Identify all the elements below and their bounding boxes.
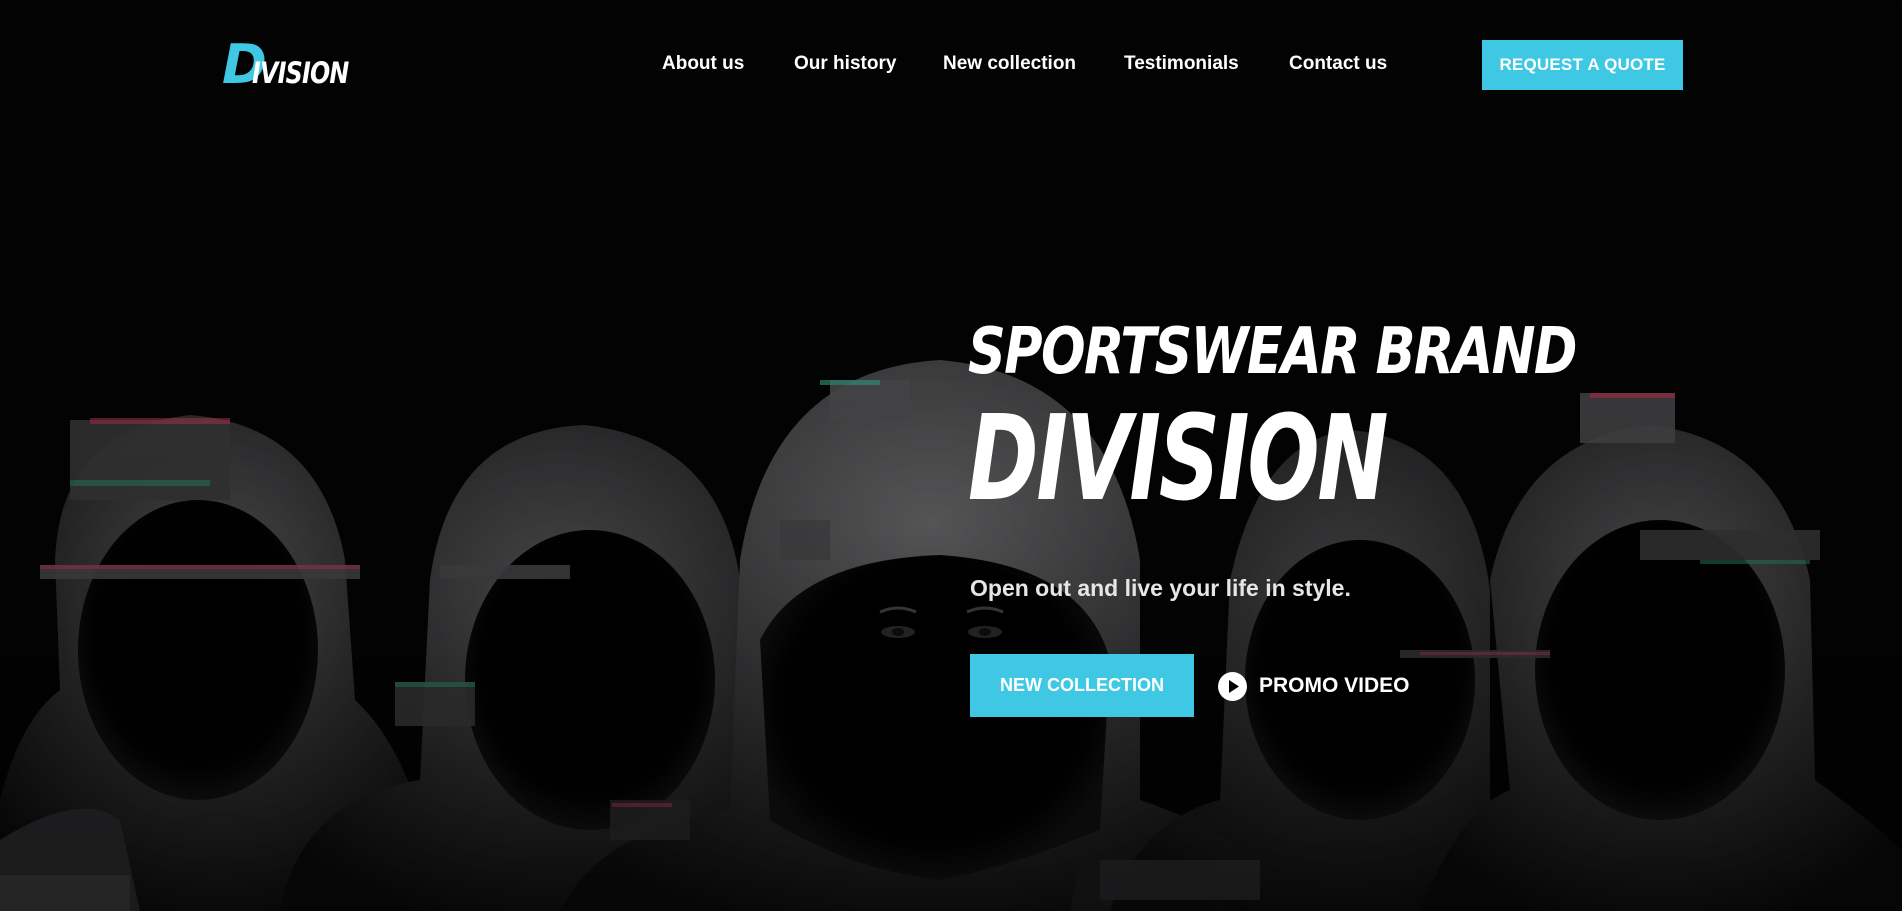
hero-subtitle: SPORTSWEAR BRAND: [968, 315, 1577, 389]
nav-item-new-collection[interactable]: New collection: [943, 52, 1076, 76]
hero-title: DIVISION: [968, 389, 1389, 527]
landing-page: D IVISION About us Our history New colle…: [0, 0, 1902, 911]
nav-item-about-us[interactable]: About us: [662, 52, 744, 76]
site-header: D IVISION About us Our history New colle…: [0, 0, 1902, 130]
promo-video-label: PROMO VIDEO: [1259, 674, 1410, 697]
hero-tagline: Open out and live your life in style.: [970, 575, 1351, 601]
hero-background-image: [0, 0, 1902, 911]
request-quote-button[interactable]: REQUEST A QUOTE: [1482, 40, 1683, 90]
nav-item-contact-us[interactable]: Contact us: [1289, 52, 1387, 76]
nav-item-testimonials[interactable]: Testimonials: [1124, 52, 1239, 76]
nav-item-our-history[interactable]: Our history: [794, 52, 896, 76]
new-collection-button[interactable]: NEW COLLECTION: [970, 654, 1194, 717]
promo-video-button[interactable]: PROMO VIDEO: [1218, 669, 1410, 703]
play-circle-icon: [1218, 671, 1247, 701]
